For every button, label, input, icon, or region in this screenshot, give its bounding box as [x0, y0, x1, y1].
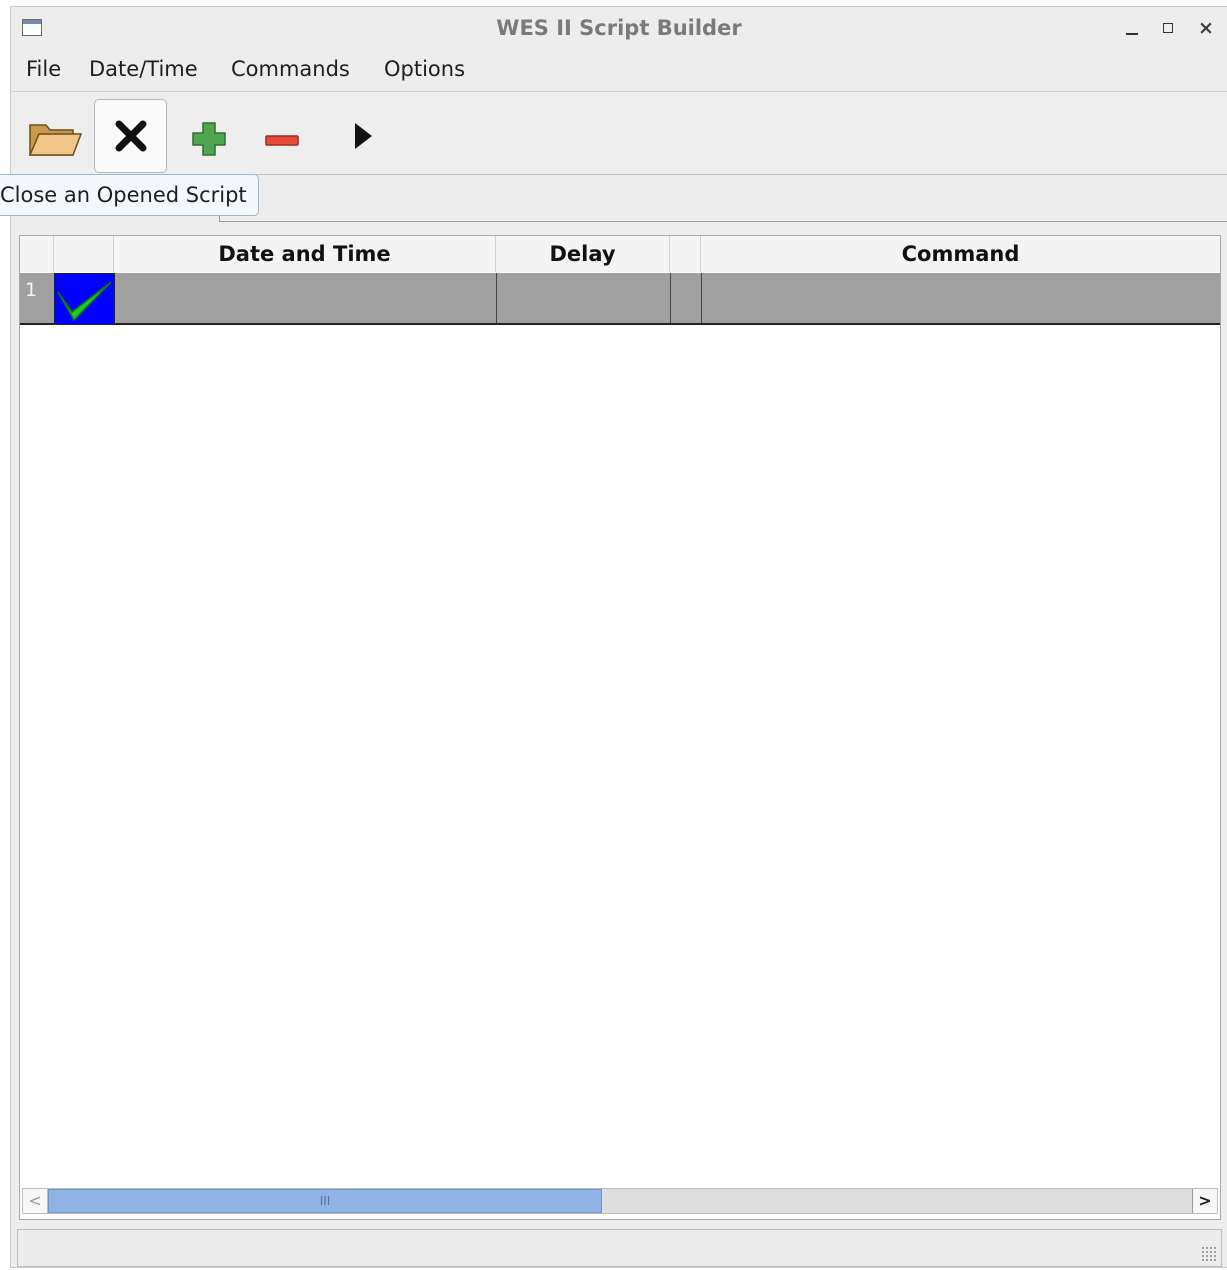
scroll-right-arrow-icon[interactable]: > [1192, 1189, 1217, 1213]
table-row[interactable]: 1 [20, 273, 1220, 325]
tooltip-close-script: Close an Opened Script [0, 174, 259, 216]
flag-cell[interactable] [671, 273, 702, 323]
menu-commands[interactable]: Commands [231, 57, 350, 81]
resize-grip-icon[interactable] [1201, 1246, 1217, 1262]
scroll-left-arrow-icon[interactable]: < [23, 1189, 48, 1213]
window-title: WES II Script Builder [496, 16, 742, 40]
column-header-command[interactable]: Command [701, 236, 1220, 272]
remove-command-button[interactable] [247, 100, 319, 172]
minimize-icon[interactable] [1121, 17, 1143, 39]
open-script-button[interactable] [17, 100, 89, 172]
script-table[interactable]: Date and Time Delay Command 1 < III > [19, 235, 1221, 1220]
minus-icon [265, 135, 299, 146]
delay-cell[interactable] [497, 273, 671, 323]
row-number: 1 [25, 279, 38, 301]
status-bar [17, 1229, 1222, 1267]
tab-strip-line [219, 221, 1227, 222]
column-header-row-number[interactable] [20, 236, 54, 272]
column-header-date-time[interactable]: Date and Time [114, 236, 496, 272]
check-icon [57, 281, 112, 322]
menu-file[interactable]: File [26, 57, 61, 81]
date-time-cell[interactable] [115, 273, 497, 323]
toolbar [11, 91, 1227, 175]
status-cell[interactable] [54, 273, 115, 325]
run-script-button[interactable] [327, 100, 399, 172]
menu-date-time[interactable]: Date/Time [89, 57, 198, 81]
menu-bar: File Date/Time Commands Options [11, 53, 1227, 89]
menu-options[interactable]: Options [384, 57, 465, 81]
column-header-status[interactable] [54, 236, 114, 272]
scrollbar-thumb[interactable]: III [48, 1189, 602, 1213]
title-bar[interactable]: WES II Script Builder × [11, 7, 1227, 51]
column-header-flag[interactable] [670, 236, 701, 272]
folder-open-icon [28, 124, 83, 156]
plus-icon [192, 122, 226, 156]
maximize-icon[interactable] [1158, 17, 1180, 39]
column-header-delay[interactable]: Delay [496, 236, 670, 272]
add-command-button[interactable] [173, 100, 245, 172]
command-cell[interactable] [702, 273, 1220, 323]
close-script-button[interactable] [94, 99, 167, 173]
play-icon [355, 123, 372, 149]
horizontal-scrollbar[interactable]: < III > [22, 1188, 1218, 1214]
close-window-icon[interactable]: × [1195, 17, 1217, 39]
close-x-icon [115, 120, 147, 152]
